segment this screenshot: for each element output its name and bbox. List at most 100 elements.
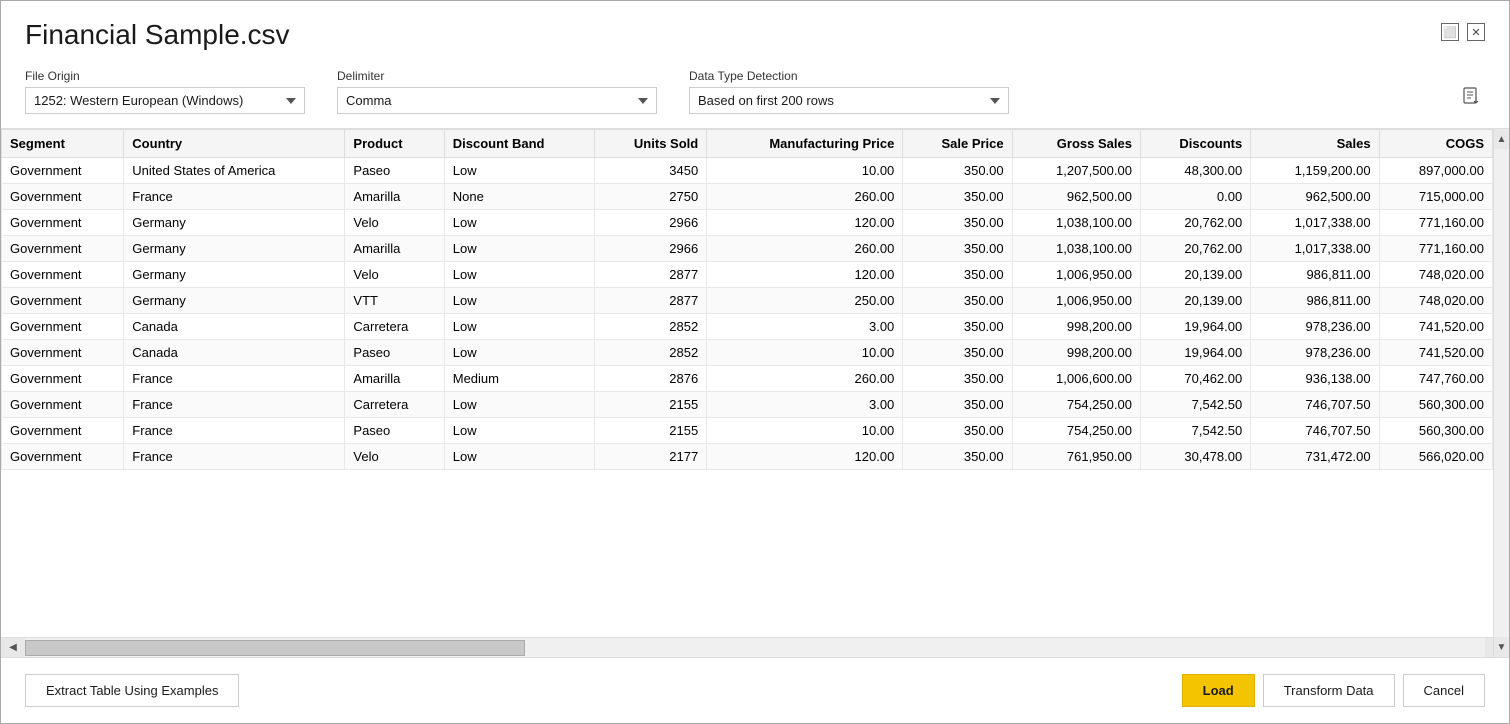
cell-10-2: Paseo [345, 418, 444, 444]
cell-11-2: Velo [345, 444, 444, 470]
cell-7-3: Low [444, 340, 594, 366]
file-origin-select[interactable]: 1252: Western European (Windows)UTF-8UTF… [25, 87, 305, 114]
cell-6-6: 350.00 [903, 314, 1012, 340]
cell-11-10: 566,020.00 [1379, 444, 1492, 470]
load-button[interactable]: Load [1182, 674, 1255, 707]
cell-2-10: 771,160.00 [1379, 210, 1492, 236]
cell-9-9: 746,707.50 [1251, 392, 1379, 418]
restore-button[interactable]: ⬜ [1441, 23, 1459, 41]
cell-3-7: 1,038,100.00 [1012, 236, 1140, 262]
scroll-track-v[interactable] [1494, 149, 1509, 637]
cell-5-1: Germany [124, 288, 345, 314]
cell-7-10: 741,520.00 [1379, 340, 1492, 366]
scroll-track-h[interactable] [25, 638, 1485, 657]
cell-8-3: Medium [444, 366, 594, 392]
cell-8-10: 747,760.00 [1379, 366, 1492, 392]
cell-6-3: Low [444, 314, 594, 340]
cell-4-2: Velo [345, 262, 444, 288]
cell-8-7: 1,006,600.00 [1012, 366, 1140, 392]
scroll-left-button[interactable]: ◀ [1, 638, 25, 658]
cell-9-1: France [124, 392, 345, 418]
cell-2-5: 120.00 [707, 210, 903, 236]
cell-9-7: 754,250.00 [1012, 392, 1140, 418]
cell-5-7: 1,006,950.00 [1012, 288, 1140, 314]
transform-data-button[interactable]: Transform Data [1263, 674, 1395, 707]
dialog-title: Financial Sample.csv [25, 19, 290, 51]
col-header-units_sold[interactable]: Units Sold [594, 130, 706, 158]
cell-2-8: 20,762.00 [1140, 210, 1250, 236]
col-header-sales[interactable]: Sales [1251, 130, 1379, 158]
col-header-cogs[interactable]: COGS [1379, 130, 1492, 158]
cell-10-1: France [124, 418, 345, 444]
data-type-detection-select[interactable]: Based on first 200 rowsBased on entire d… [689, 87, 1009, 114]
table-row: GovernmentFrancePaseoLow215510.00350.007… [2, 418, 1493, 444]
cell-2-1: Germany [124, 210, 345, 236]
delimiter-select[interactable]: CommaTabSemicolonSpaceCustom [337, 87, 657, 114]
cell-7-9: 978,236.00 [1251, 340, 1379, 366]
cell-5-3: Low [444, 288, 594, 314]
cell-0-7: 1,207,500.00 [1012, 158, 1140, 184]
cell-3-5: 260.00 [707, 236, 903, 262]
cell-5-8: 20,139.00 [1140, 288, 1250, 314]
horizontal-scrollbar: ◀ ▶ [1, 637, 1509, 657]
cell-8-0: Government [2, 366, 124, 392]
cell-4-7: 1,006,950.00 [1012, 262, 1140, 288]
cell-4-10: 748,020.00 [1379, 262, 1492, 288]
cell-5-4: 2877 [594, 288, 706, 314]
cell-3-6: 350.00 [903, 236, 1012, 262]
cell-4-4: 2877 [594, 262, 706, 288]
scroll-thumb-h[interactable] [25, 640, 525, 656]
cell-4-0: Government [2, 262, 124, 288]
col-header-segment[interactable]: Segment [2, 130, 124, 158]
cell-10-3: Low [444, 418, 594, 444]
cell-3-1: Germany [124, 236, 345, 262]
export-icon-button[interactable] [1459, 83, 1485, 114]
cell-6-5: 3.00 [707, 314, 903, 340]
cell-0-8: 48,300.00 [1140, 158, 1250, 184]
close-button[interactable]: ✕ [1467, 23, 1485, 41]
table-row: GovernmentFranceVeloLow2177120.00350.007… [2, 444, 1493, 470]
cell-7-8: 19,964.00 [1140, 340, 1250, 366]
cell-11-1: France [124, 444, 345, 470]
cell-0-4: 3450 [594, 158, 706, 184]
cell-10-9: 746,707.50 [1251, 418, 1379, 444]
cell-2-6: 350.00 [903, 210, 1012, 236]
cell-5-10: 748,020.00 [1379, 288, 1492, 314]
vertical-scrollbar: ▲ ▼ [1493, 129, 1509, 637]
col-header-manufacturing_price[interactable]: Manufacturing Price [707, 130, 903, 158]
cell-10-8: 7,542.50 [1140, 418, 1250, 444]
cell-11-9: 731,472.00 [1251, 444, 1379, 470]
col-header-sale_price[interactable]: Sale Price [903, 130, 1012, 158]
col-header-discount_band[interactable]: Discount Band [444, 130, 594, 158]
cell-1-2: Amarilla [345, 184, 444, 210]
cell-0-1: United States of America [124, 158, 345, 184]
table-row: GovernmentFranceCarreteraLow21553.00350.… [2, 392, 1493, 418]
cell-4-8: 20,139.00 [1140, 262, 1250, 288]
table-header-row: SegmentCountryProductDiscount BandUnits … [2, 130, 1493, 158]
cell-8-1: France [124, 366, 345, 392]
cell-7-0: Government [2, 340, 124, 366]
cell-6-8: 19,964.00 [1140, 314, 1250, 340]
col-header-discounts[interactable]: Discounts [1140, 130, 1250, 158]
table-scroll[interactable]: SegmentCountryProductDiscount BandUnits … [1, 129, 1493, 637]
cell-3-0: Government [2, 236, 124, 262]
cell-7-5: 10.00 [707, 340, 903, 366]
cell-8-4: 2876 [594, 366, 706, 392]
cell-2-0: Government [2, 210, 124, 236]
cell-0-10: 897,000.00 [1379, 158, 1492, 184]
extract-table-button[interactable]: Extract Table Using Examples [25, 674, 239, 707]
footer: Extract Table Using Examples Load Transf… [1, 658, 1509, 723]
cell-3-10: 771,160.00 [1379, 236, 1492, 262]
cell-5-0: Government [2, 288, 124, 314]
cell-2-9: 1,017,338.00 [1251, 210, 1379, 236]
cell-0-0: Government [2, 158, 124, 184]
col-header-country[interactable]: Country [124, 130, 345, 158]
col-header-gross_sales[interactable]: Gross Sales [1012, 130, 1140, 158]
cell-7-4: 2852 [594, 340, 706, 366]
scroll-up-button[interactable]: ▲ [1494, 129, 1510, 149]
cell-10-7: 754,250.00 [1012, 418, 1140, 444]
col-header-product[interactable]: Product [345, 130, 444, 158]
table-area: SegmentCountryProductDiscount BandUnits … [1, 129, 1509, 637]
cancel-button[interactable]: Cancel [1403, 674, 1485, 707]
cell-5-2: VTT [345, 288, 444, 314]
